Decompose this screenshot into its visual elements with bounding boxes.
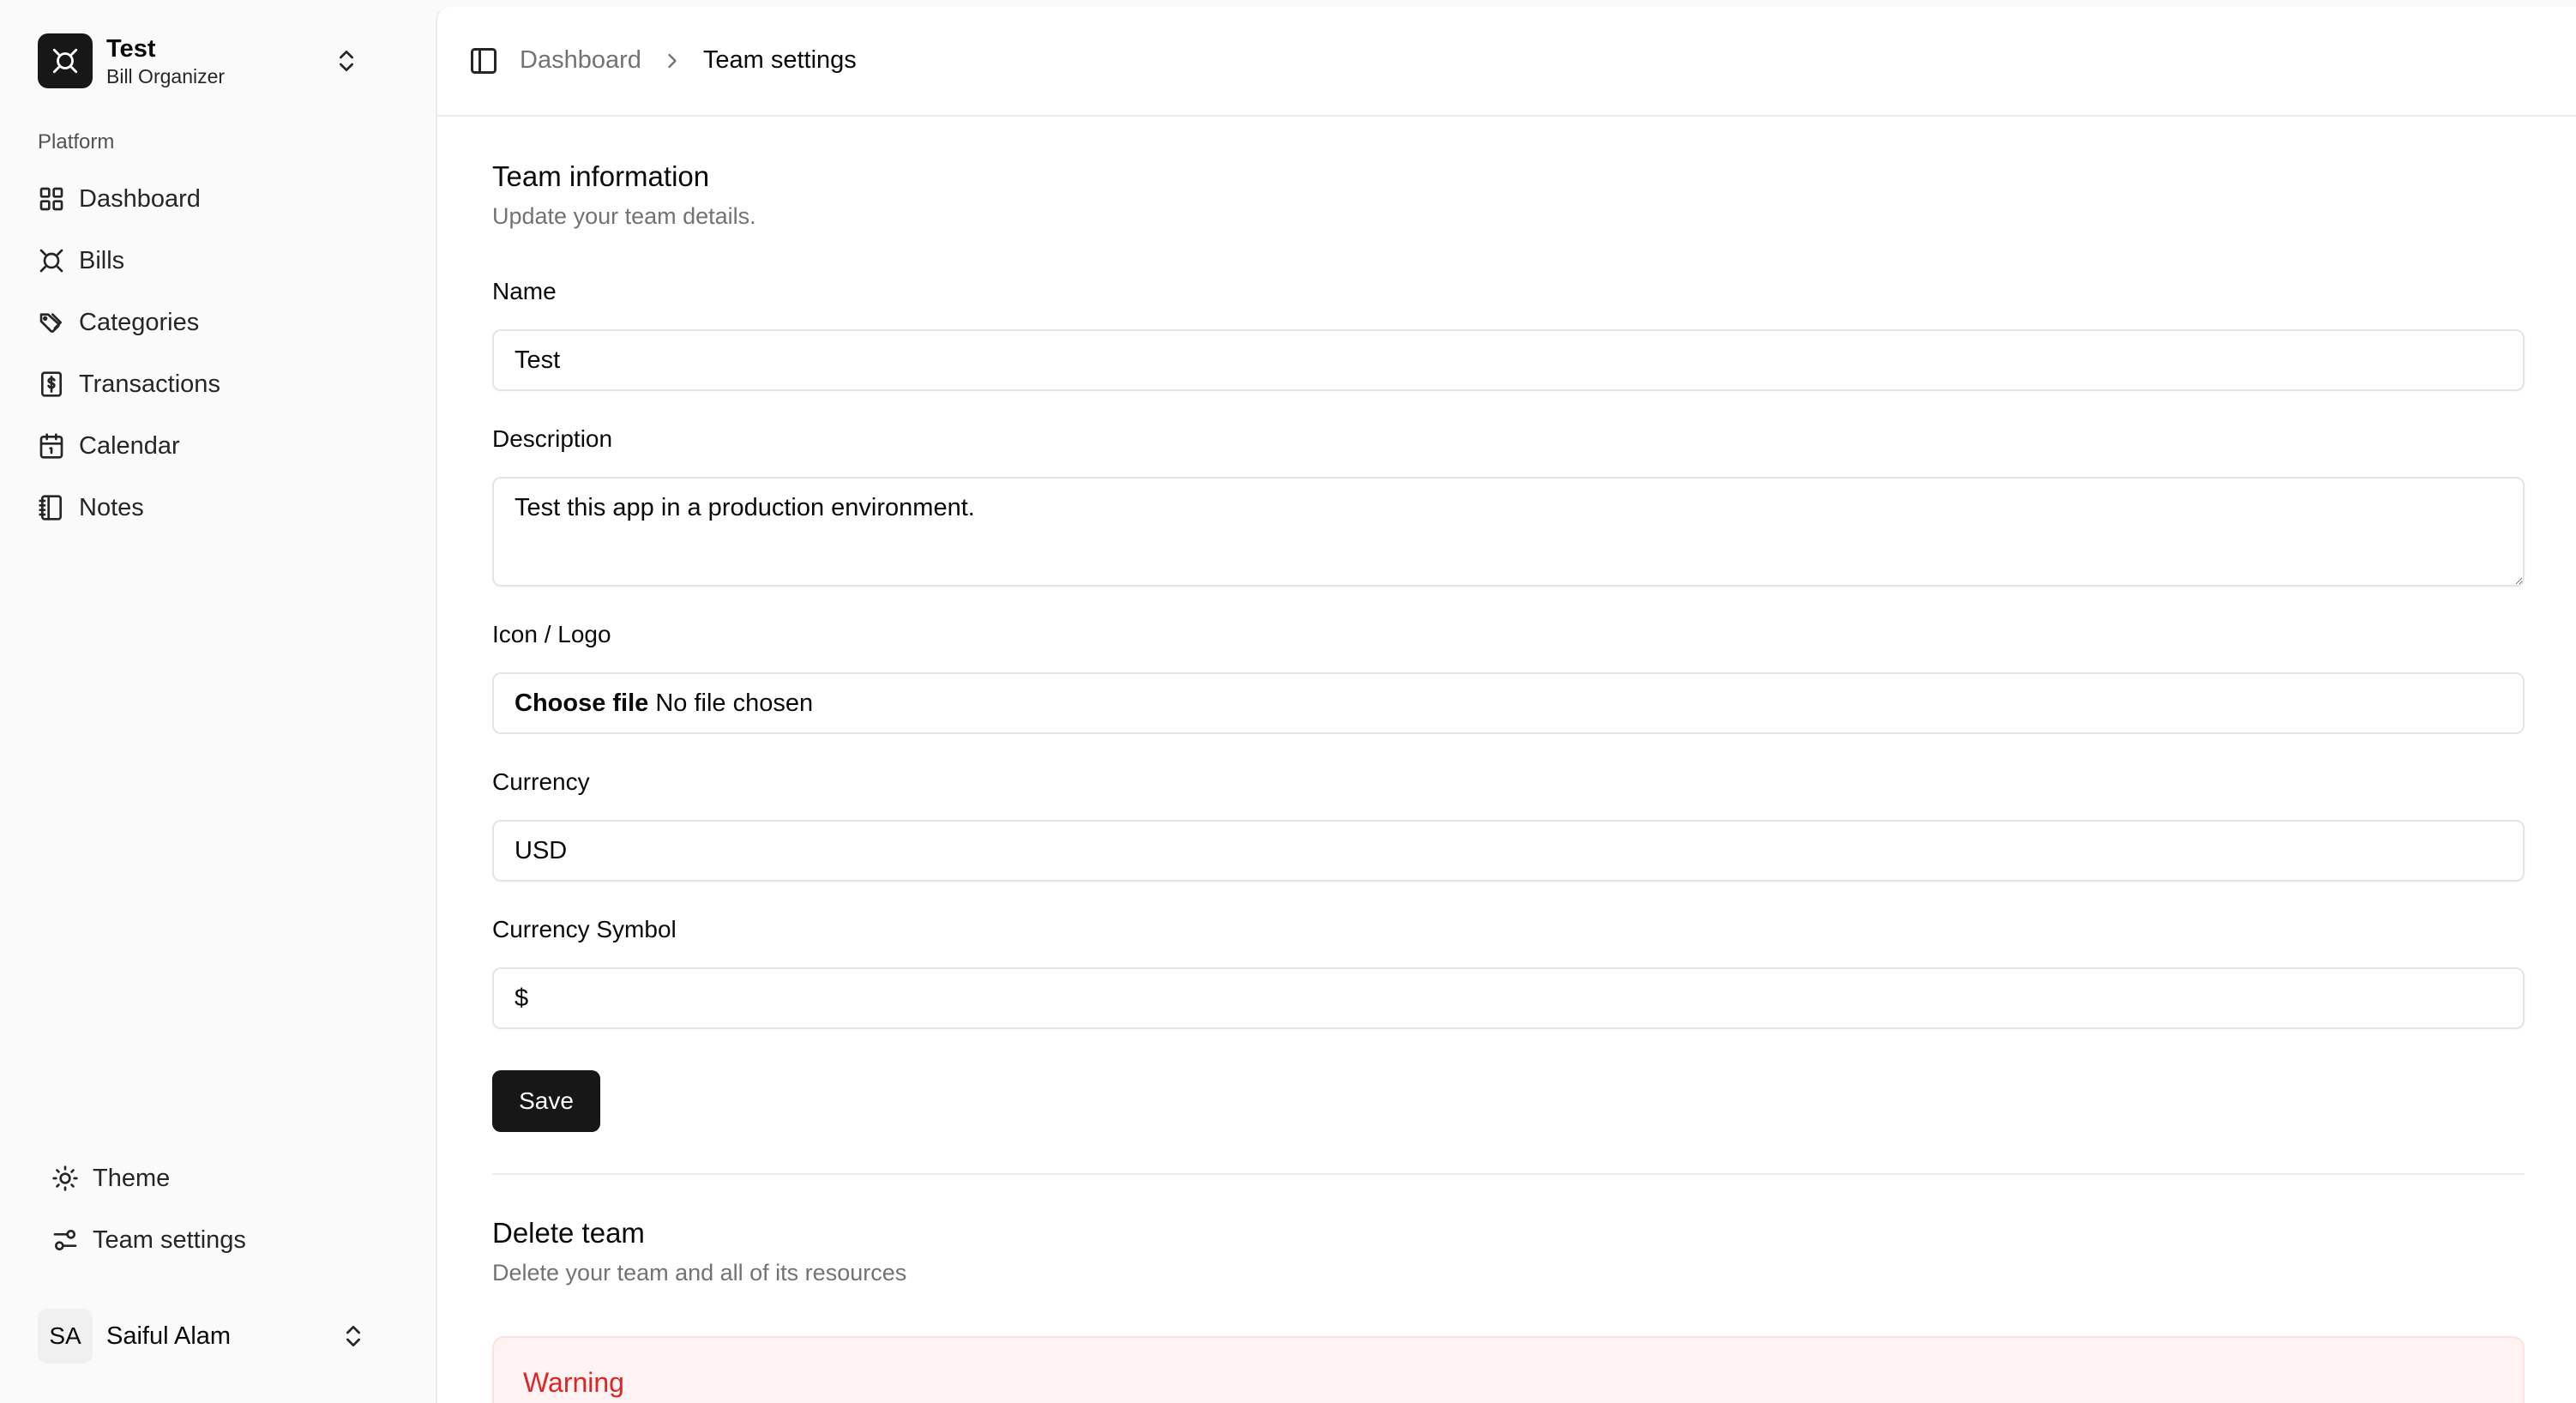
name-input[interactable] <box>492 329 2525 391</box>
save-button[interactable]: Save <box>492 1070 600 1132</box>
chevrons-up-down-icon <box>340 51 353 71</box>
currency-symbol-input[interactable] <box>492 967 2525 1029</box>
user-name: Saiful Alam <box>106 1322 232 1350</box>
tags-icon <box>39 313 62 333</box>
currency-symbol-label: Currency Symbol <box>492 916 677 942</box>
delete-team-header: Delete team Delete your team and all of … <box>492 1216 906 1288</box>
sidebar-item-label: Theme <box>93 1164 171 1192</box>
sidebar-item-theme[interactable]: Theme <box>39 1147 410 1209</box>
sidebar-item-label: Categories <box>79 308 200 336</box>
description-textarea[interactable]: Test this app in a production environmen… <box>492 477 2525 587</box>
sidebar-nav: Dashboard Bills Categories Transactions <box>26 168 410 539</box>
sidebar-item-label: Calendar <box>79 431 180 460</box>
name-label: Name <box>492 278 557 304</box>
avatar: SA <box>38 1309 93 1364</box>
team-name: Test <box>106 35 156 63</box>
chevron-right-icon <box>668 53 677 68</box>
warning-title: Warning <box>523 1367 624 1398</box>
file-status: No file chosen <box>655 689 814 717</box>
sidebar-item-label: Transactions <box>79 370 220 398</box>
sidebar-item-label: Team settings <box>93 1225 246 1254</box>
user-menu[interactable]: SA Saiful Alam <box>26 1304 410 1369</box>
notebook-icon <box>39 495 62 521</box>
logo-file-input[interactable]: Choose file No file chosen <box>492 672 2525 734</box>
sidebar-item-calendar[interactable]: Calendar <box>26 415 410 477</box>
sidebar: Test Bill Organizer Platform Dashboard B… <box>0 0 436 1403</box>
currency-label: Currency <box>492 768 590 795</box>
bill-icon <box>52 48 78 74</box>
layout-grid-icon <box>39 187 63 211</box>
main-panel: Dashboard Team settings Team information… <box>436 7 2576 1403</box>
sidebar-item-label: Notes <box>79 493 144 521</box>
breadcrumb: Dashboard Team settings <box>520 46 857 75</box>
chevrons-up-down-icon <box>346 1326 360 1346</box>
sidebar-item-label: Dashboard <box>79 184 201 213</box>
description-label: Description <box>492 425 613 452</box>
team-text: Test Bill Organizer <box>106 34 225 89</box>
team-switcher[interactable]: Test Bill Organizer <box>26 24 403 98</box>
receipt-dollar-icon <box>41 371 62 397</box>
logo-label: Icon / Logo <box>492 621 611 647</box>
team-info-header: Team information Update your team detail… <box>492 160 756 232</box>
sidebar-item-label: Bills <box>79 246 125 274</box>
sidebar-item-bills[interactable]: Bills <box>26 230 410 292</box>
team-logo <box>38 33 93 88</box>
breadcrumb-current: Team settings <box>702 46 857 74</box>
section-description: Update your team details. <box>492 203 756 229</box>
currency-input[interactable] <box>492 820 2525 882</box>
sidebar-item-transactions[interactable]: Transactions <box>26 353 410 415</box>
sidebar-group-label: Platform <box>38 130 115 154</box>
section-divider <box>492 1173 2525 1175</box>
sidebar-item-notes[interactable]: Notes <box>26 477 410 539</box>
sidebar-item-dashboard[interactable]: Dashboard <box>26 168 410 230</box>
sidebar-footer-nav: Theme Team settings <box>39 1147 410 1271</box>
sidebar-toggle-icon[interactable] <box>468 45 499 76</box>
breadcrumb-dashboard-link[interactable]: Dashboard <box>520 46 641 75</box>
sidebar-item-team-settings[interactable]: Team settings <box>39 1209 410 1271</box>
choose-file-button[interactable]: Choose file <box>515 689 648 718</box>
sidebar-item-categories[interactable]: Categories <box>26 292 410 353</box>
section-title: Team information <box>492 160 710 192</box>
topbar: Dashboard Team settings <box>437 7 2576 117</box>
team-plan: Bill Organizer <box>106 65 226 87</box>
settings-sliders-icon <box>53 1230 77 1250</box>
section-description: Delete your team and all of its resource… <box>492 1260 907 1286</box>
section-title: Delete team <box>492 1217 645 1249</box>
warning-box: Warning <box>492 1336 2525 1403</box>
bill-icon <box>39 249 63 273</box>
sun-icon <box>52 1165 78 1191</box>
calendar-icon <box>39 433 63 459</box>
